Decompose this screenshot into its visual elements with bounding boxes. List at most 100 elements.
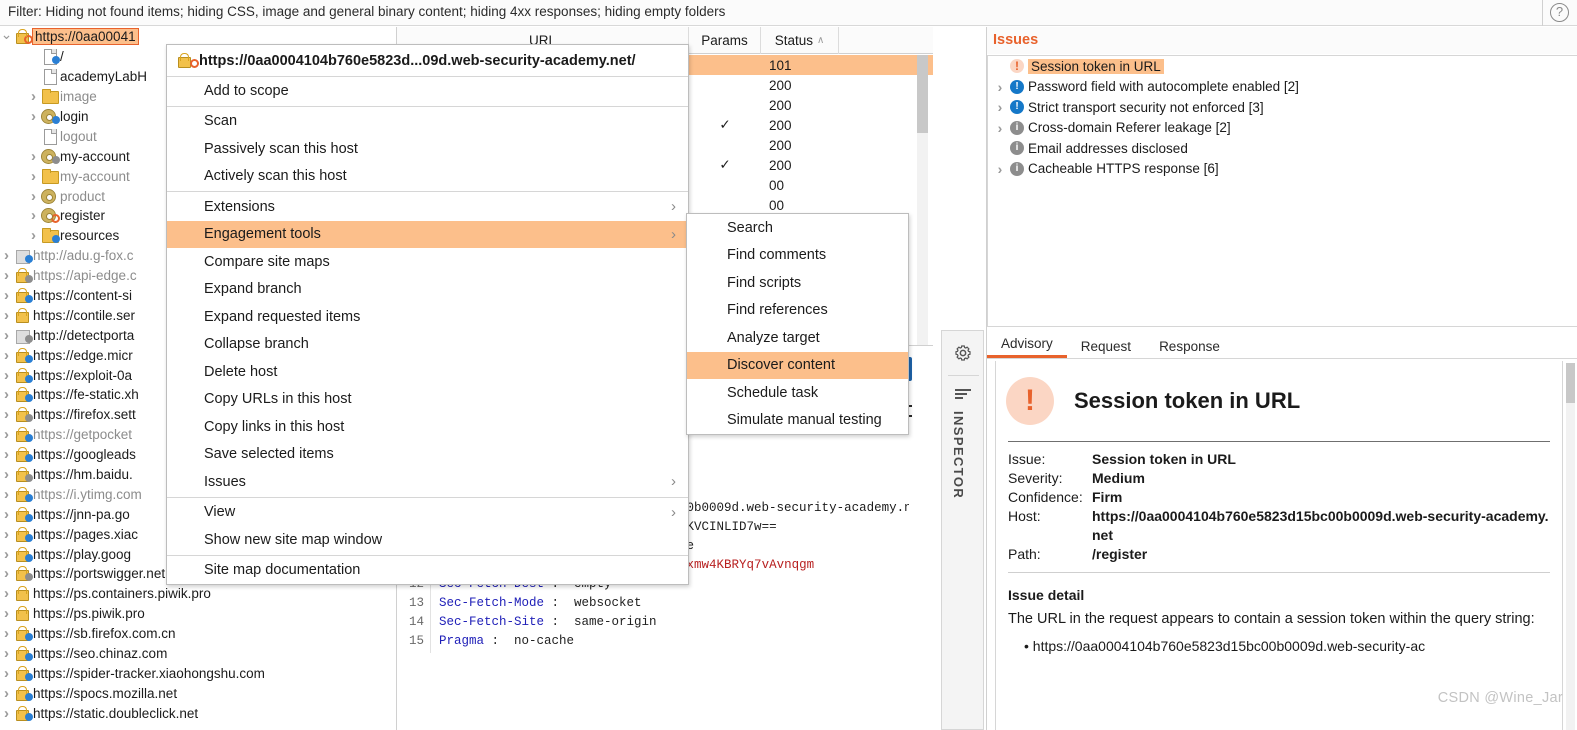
chevron-right-icon[interactable]: [0, 248, 13, 263]
chevron-right-icon[interactable]: [0, 547, 13, 562]
column-header-params[interactable]: Params: [689, 27, 761, 54]
chevron-right-icon[interactable]: [0, 308, 13, 323]
context-menu-item[interactable]: Passively scan this host: [167, 135, 688, 163]
chevron-right-icon[interactable]: [0, 646, 13, 661]
issue-item[interactable]: i Email addresses disclosed: [988, 138, 1577, 159]
tab-response[interactable]: Response: [1145, 339, 1234, 358]
chevron-right-icon[interactable]: ›: [992, 79, 1008, 95]
submenu-item[interactable]: Find scripts: [687, 269, 908, 297]
context-menu-item[interactable]: Expand branch: [167, 276, 688, 304]
chevron-right-icon[interactable]: [0, 288, 13, 303]
chevron-right-icon[interactable]: ›: [992, 161, 1008, 177]
chevron-right-icon[interactable]: [0, 686, 13, 701]
chevron-right-icon[interactable]: [27, 109, 40, 124]
context-menu-item-label: Add to scope: [204, 82, 289, 99]
chevron-right-icon[interactable]: [0, 387, 13, 402]
chevron-right-icon[interactable]: [0, 427, 13, 442]
issue-item[interactable]: ›! Password field with autocomplete enabl…: [988, 77, 1577, 98]
context-menu-item[interactable]: Engagement tools ›: [167, 220, 688, 248]
chevron-right-icon[interactable]: [0, 566, 13, 581]
chevron-right-icon[interactable]: [0, 447, 13, 462]
tree-item[interactable]: https://sb.firefox.com.cn: [0, 624, 396, 644]
chevron-right-icon[interactable]: [0, 666, 13, 681]
context-menu-item[interactable]: Scan: [167, 108, 688, 136]
context-menu[interactable]: https://0aa0004104b760e5823d...09d.web-s…: [166, 44, 689, 585]
chevron-right-icon[interactable]: [0, 407, 13, 422]
tree-item[interactable]: https://static.doubleclick.net: [0, 703, 396, 723]
chevron-right-icon[interactable]: [0, 467, 13, 482]
context-menu-item[interactable]: Site map documentation: [167, 557, 688, 585]
submenu-item[interactable]: Discover content: [687, 351, 908, 379]
context-menu-item[interactable]: Expand requested items: [167, 303, 688, 331]
context-menu-item[interactable]: Delete host: [167, 358, 688, 386]
context-menu-item[interactable]: Save selected items: [167, 441, 688, 469]
submenu-item[interactable]: Find references: [687, 297, 908, 325]
chevron-right-icon[interactable]: [27, 189, 40, 204]
cell-status: 200: [769, 97, 792, 113]
context-menu-item[interactable]: Compare site maps: [167, 248, 688, 276]
chevron-right-icon[interactable]: [0, 527, 13, 542]
chevron-right-icon[interactable]: [0, 368, 13, 383]
chevron-right-icon[interactable]: [27, 149, 40, 164]
advisory-scrollbar[interactable]: [1566, 363, 1575, 730]
context-menu-item[interactable]: Issues ›: [167, 468, 688, 496]
detail-tabs[interactable]: Advisory Request Response: [987, 332, 1577, 359]
submenu-item[interactable]: Search: [687, 214, 908, 242]
chevron-right-icon[interactable]: [0, 268, 13, 283]
table-scrollbar[interactable]: [917, 55, 928, 345]
chevron-right-icon[interactable]: [0, 586, 13, 601]
inspector-panel[interactable]: INSPECTOR: [941, 330, 984, 730]
severity-info-icon: i: [1008, 140, 1028, 156]
chevron-right-icon[interactable]: ›: [992, 120, 1008, 136]
question-mark-icon[interactable]: ?: [1550, 3, 1569, 22]
submenu-item[interactable]: Schedule task: [687, 379, 908, 407]
chevron-right-icon[interactable]: [27, 208, 40, 223]
context-menu-item[interactable]: Show new site map window: [167, 526, 688, 554]
context-menu-item[interactable]: Collapse branch: [167, 331, 688, 359]
chevron-right-icon[interactable]: [0, 328, 13, 343]
chevron-down-icon[interactable]: [0, 30, 13, 44]
submenu-item[interactable]: Simulate manual testing: [687, 407, 908, 435]
chevron-right-icon[interactable]: [27, 228, 40, 243]
tree-item-label: logout: [60, 128, 97, 144]
tree-item[interactable]: https://ps.containers.piwik.pro: [0, 584, 396, 604]
context-menu-item[interactable]: Add to scope: [167, 77, 688, 105]
issue-detail-body: The URL in the request appears to contai…: [1008, 611, 1535, 627]
status-dot: [25, 394, 33, 403]
context-menu-item[interactable]: View ›: [167, 499, 688, 527]
issue-item[interactable]: ›! Strict transport security not enforced…: [988, 97, 1577, 118]
table-scrollbar-thumb[interactable]: [917, 55, 928, 133]
tab-request[interactable]: Request: [1067, 339, 1145, 358]
submenu-item[interactable]: Find comments: [687, 242, 908, 270]
chevron-right-icon[interactable]: [0, 706, 13, 721]
advisory-scrollbar-thumb[interactable]: [1566, 363, 1575, 403]
issue-item[interactable]: › i Cross-domain Referer leakage [2]: [988, 118, 1577, 139]
gear-icon[interactable]: [953, 343, 973, 363]
chevron-right-icon[interactable]: [0, 487, 13, 502]
chevron-right-icon[interactable]: [0, 507, 13, 522]
status-dot: [25, 712, 33, 721]
context-menu-item[interactable]: Copy URLs in this host: [167, 386, 688, 414]
tree-item[interactable]: https://seo.chinaz.com: [0, 644, 396, 664]
context-menu-item[interactable]: Actively scan this host: [167, 163, 688, 191]
align-right-icon[interactable]: [955, 389, 971, 400]
tree-item[interactable]: https://spider-tracker.xiaohongshu.com: [0, 664, 396, 684]
issue-item[interactable]: ! Session token in URL: [988, 56, 1577, 77]
tab-advisory[interactable]: Advisory: [987, 336, 1067, 358]
filter-text[interactable]: Filter: Hiding not found items; hiding C…: [8, 4, 725, 19]
tree-item[interactable]: https://ps.piwik.pro: [0, 604, 396, 624]
context-menu-item[interactable]: Copy links in this host: [167, 413, 688, 441]
tree-item[interactable]: https://spocs.mozilla.net: [0, 683, 396, 703]
chevron-right-icon[interactable]: [0, 626, 13, 641]
chevron-right-icon[interactable]: ›: [992, 99, 1008, 115]
chevron-right-icon[interactable]: [0, 348, 13, 363]
issue-item[interactable]: › i Cacheable HTTPS response [6]: [988, 159, 1577, 180]
context-menu-item[interactable]: Extensions ›: [167, 193, 688, 221]
submenu-item[interactable]: Analyze target: [687, 324, 908, 352]
issues-list[interactable]: ! Session token in URL ›! Password field wi…: [987, 55, 1577, 327]
chevron-right-icon[interactable]: [0, 606, 13, 621]
engagement-tools-submenu[interactable]: Search Find comments Find scripts Find refe…: [686, 213, 909, 435]
chevron-right-icon[interactable]: [27, 169, 40, 184]
chevron-right-icon[interactable]: [27, 89, 40, 104]
column-header-status[interactable]: Status ∧: [761, 27, 839, 54]
